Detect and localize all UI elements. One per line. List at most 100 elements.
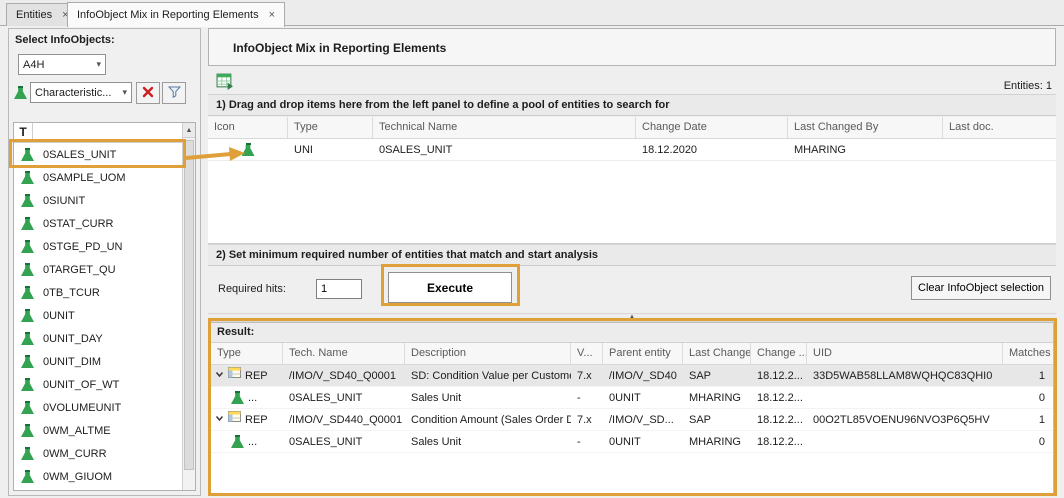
filter-button[interactable]: [162, 82, 186, 104]
result-row-change-date: 18.12.2...: [751, 431, 807, 453]
list-item[interactable]: 0WM_GIUOM: [14, 465, 182, 488]
result-row-parent: 0UNIT: [603, 431, 683, 453]
entity-pool-table: Icon Type Technical Name Change Date Las…: [208, 117, 1056, 244]
result-row-tech-name: /IMO/V_SD40_Q0001: [283, 365, 405, 387]
list-item[interactable]: 0TB_TCUR: [14, 281, 182, 304]
list-item[interactable]: 0UNIT_DIM: [14, 350, 182, 373]
list-item-label: 0UNIT: [43, 310, 75, 322]
result-row[interactable]: REP /IMO/V_SD440_Q0001 Condition Amount …: [211, 409, 1053, 431]
column-header-change-date[interactable]: Change ...: [751, 343, 807, 364]
tab-infoobject-mix[interactable]: InfoObject Mix in Reporting Elements ×: [67, 2, 285, 27]
result-row[interactable]: ... 0SALES_UNIT Sales Unit - 0UNIT MHARI…: [211, 431, 1053, 453]
column-header-parent-entity[interactable]: Parent entity: [603, 343, 683, 364]
infoobject-type-dropdown[interactable]: Characteristic... ▾: [30, 82, 132, 103]
list-item[interactable]: 0STAT_CURR: [14, 212, 182, 235]
characteristic-icon: [231, 435, 244, 448]
infoobject-list-items: 0SALES_UNIT 0SAMPLE_UOM 0SIUNIT 0STAT_CU…: [14, 143, 182, 490]
column-header-matches[interactable]: Matches: [1003, 343, 1053, 364]
column-header-uid[interactable]: UID: [807, 343, 1003, 364]
page-title-box: InfoObject Mix in Reporting Elements: [208, 28, 1056, 66]
list-item[interactable]: 0UNIT: [14, 304, 182, 327]
list-item[interactable]: 0TARGET_QU: [14, 258, 182, 281]
infoobject-list-header[interactable]: T: [14, 123, 182, 143]
result-row-type-cell: ...: [211, 387, 283, 409]
column-header-type[interactable]: Type: [288, 117, 373, 138]
result-row-last-changed: SAP: [683, 409, 751, 431]
column-header-description[interactable]: Description: [405, 343, 571, 364]
list-scrollbar[interactable]: ▲: [182, 123, 195, 490]
infoobject-list: T 0SALES_UNIT 0SAMPLE_UOM 0SIUNIT 0STAT_…: [13, 122, 196, 491]
list-item[interactable]: 0WM_ALTME: [14, 419, 182, 442]
list-item-label: 0STGE_PD_UN: [43, 241, 122, 253]
characteristic-icon: [21, 355, 34, 368]
result-row-tech-name: 0SALES_UNIT: [283, 431, 405, 453]
close-icon[interactable]: ×: [269, 9, 275, 21]
characteristic-icon: [21, 171, 34, 184]
result-row-type-cell: REP: [211, 365, 283, 387]
result-row-matches: 0: [1003, 431, 1053, 453]
scroll-up-icon[interactable]: ▲: [183, 123, 195, 138]
system-dropdown-value: A4H: [23, 59, 44, 71]
characteristic-icon: [21, 470, 34, 483]
result-row-type: ...: [248, 387, 257, 409]
scrollbar-thumb[interactable]: [184, 140, 194, 470]
characteristic-icon: [21, 194, 34, 207]
result-row-description: Sales Unit: [405, 431, 571, 453]
export-excel-icon[interactable]: [216, 72, 234, 90]
list-item[interactable]: 0SAMPLE_UOM: [14, 166, 182, 189]
remove-selection-button[interactable]: [136, 82, 160, 104]
result-row[interactable]: ... 0SALES_UNIT Sales Unit - 0UNIT MHARI…: [211, 387, 1053, 409]
characteristic-icon: [21, 401, 34, 414]
characteristic-icon: [21, 378, 34, 391]
column-header-change-date[interactable]: Change Date: [636, 117, 788, 138]
list-item[interactable]: 0STGE_PD_UN: [14, 235, 182, 258]
system-dropdown[interactable]: A4H ▾: [18, 54, 106, 75]
list-item[interactable]: 0SALES_UNIT: [14, 143, 182, 166]
execute-button[interactable]: Execute: [388, 272, 512, 303]
result-row-matches: 1: [1003, 365, 1053, 387]
list-item-label: 0WM_CURR: [43, 448, 107, 460]
result-row-type: REP: [245, 365, 268, 387]
characteristic-icon: [21, 240, 34, 253]
characteristic-icon: [21, 309, 34, 322]
result-row[interactable]: REP /IMO/V_SD40_Q0001 SD: Condition Valu…: [211, 365, 1053, 387]
expand-chevron-icon[interactable]: [215, 365, 224, 387]
column-header-last-doc[interactable]: Last doc.: [943, 117, 1056, 138]
section-splitter[interactable]: ▲: [208, 313, 1056, 322]
characteristic-icon: [21, 447, 34, 460]
pool-table-row[interactable]: UNI 0SALES_UNIT 18.12.2020 MHARING: [208, 139, 1056, 161]
result-row-parent: /IMO/V_SD...: [603, 409, 683, 431]
list-item[interactable]: 0WM_CURR: [14, 442, 182, 465]
list-item-label: 0UNIT_DIM: [43, 356, 101, 368]
chevron-down-icon: ▾: [96, 59, 101, 70]
column-header-technical-name[interactable]: Technical Name: [373, 117, 636, 138]
chevron-down-icon: ▾: [122, 87, 127, 98]
result-row-uid: [807, 387, 1003, 409]
left-panel-title: Select InfoObjects:: [15, 34, 115, 46]
list-item-label: 0TB_TCUR: [43, 287, 100, 299]
result-panel: Result: Type Tech. Name Description V...…: [210, 322, 1054, 496]
pool-row-last-doc: [943, 139, 1056, 161]
list-item[interactable]: 0VOLUMEUNIT: [14, 396, 182, 419]
result-row-type: REP: [245, 409, 268, 431]
result-row-last-changed: MHARING: [683, 431, 751, 453]
pool-row-last-changed-by: MHARING: [788, 139, 943, 161]
column-header-type[interactable]: Type: [211, 343, 283, 364]
expand-chevron-icon[interactable]: [215, 409, 224, 431]
result-row-change-date: 18.12.2...: [751, 365, 807, 387]
clear-infoobject-selection-button[interactable]: Clear InfoObject selection: [911, 276, 1051, 300]
infoobject-type-value: Characteristic...: [35, 87, 111, 99]
text-filter-header[interactable]: T: [14, 123, 33, 142]
column-header-last-changed-by[interactable]: Last Changed By: [788, 117, 943, 138]
required-hits-input[interactable]: [316, 279, 362, 299]
list-item[interactable]: 0UNIT_OF_WT: [14, 373, 182, 396]
list-item[interactable]: 0UNIT_DAY: [14, 327, 182, 350]
column-header-icon[interactable]: Icon: [208, 117, 288, 138]
report-icon: [228, 409, 241, 431]
column-header-tech-name[interactable]: Tech. Name: [283, 343, 405, 364]
select-infoobjects-panel: Select InfoObjects: A4H ▾ Characteristic…: [8, 28, 201, 496]
result-row-last-changed: SAP: [683, 365, 751, 387]
list-item[interactable]: 0SIUNIT: [14, 189, 182, 212]
column-header-version[interactable]: V...: [571, 343, 603, 364]
column-header-last-changed[interactable]: Last Change...: [683, 343, 751, 364]
